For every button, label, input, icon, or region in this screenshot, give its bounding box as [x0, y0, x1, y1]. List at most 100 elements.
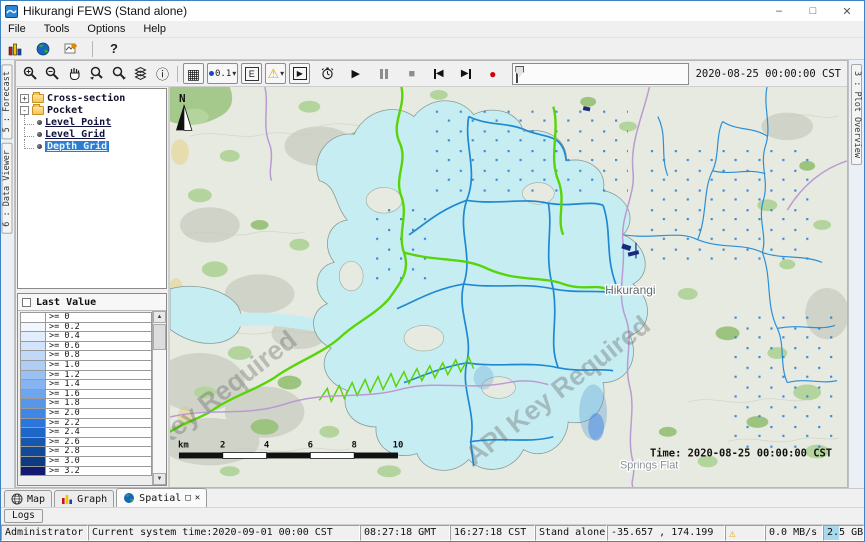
main-area: 5 : Forecast 6 : Data Viewer: [1, 59, 864, 488]
collapse-icon[interactable]: -: [20, 106, 29, 115]
status-bar: Administrator Current system time:2020-0…: [1, 524, 864, 541]
tree-node-level-grid[interactable]: Level Grid: [20, 128, 164, 140]
toolbar-separator: [92, 41, 93, 57]
classbreaks-dot-icon: [209, 71, 214, 76]
warning-icon: ⚠: [267, 67, 279, 80]
record-button[interactable]: ●: [482, 63, 503, 84]
bar-chart-icon: [61, 493, 73, 505]
title-bar: Hikurangi FEWS (Stand alone) – □ ✕: [1, 1, 864, 21]
spatial-display-icon[interactable]: [33, 40, 53, 58]
left-tab-strip: 5 : Forecast 6 : Data Viewer: [1, 60, 15, 488]
warning-dropdown[interactable]: ⚠ ▾: [265, 63, 286, 84]
timeseries-display-icon[interactable]: [5, 40, 25, 58]
tree-connector: [24, 127, 34, 137]
logs-row: Logs: [1, 507, 864, 524]
status-user: Administrator: [1, 525, 88, 541]
zoom-previous-icon[interactable]: [86, 63, 107, 84]
menu-tools[interactable]: Tools: [42, 23, 72, 35]
tab-data-viewer[interactable]: 6 : Data Viewer: [2, 143, 13, 234]
zoom-in-icon[interactable]: [20, 63, 41, 84]
status-mode: Stand alone: [535, 525, 607, 541]
pause-button[interactable]: [373, 63, 394, 84]
tab-maximize-icon[interactable]: □: [185, 493, 190, 503]
layers-icon[interactable]: [130, 63, 151, 84]
status-network-speed: 0.0 MB/s: [765, 525, 823, 541]
pan-hand-icon[interactable]: [64, 63, 85, 84]
menu-file[interactable]: File: [6, 23, 28, 35]
logs-tab[interactable]: Logs: [4, 509, 43, 523]
animation-settings-icon[interactable]: [317, 63, 338, 84]
menu-bar: File Tools Options Help: [1, 21, 864, 38]
zoom-out-icon[interactable]: [42, 63, 63, 84]
tree-connector: [24, 139, 34, 149]
tab-forecast[interactable]: 5 : Forecast: [2, 64, 13, 139]
tree-node-pocket[interactable]: - Pocket: [20, 104, 164, 116]
grid-display-toggle[interactable]: ▦: [183, 63, 204, 84]
tab-plot-overview[interactable]: 3 : Plot Overview: [851, 64, 862, 165]
zoom-next-icon[interactable]: [108, 63, 129, 84]
info-icon[interactable]: ⓘ: [152, 63, 173, 84]
help-button[interactable]: ?: [104, 40, 124, 58]
tab-spatial[interactable]: Spatial □ ✕: [116, 488, 207, 507]
menu-help[interactable]: Help: [141, 23, 168, 35]
legend-scrollbar[interactable]: ▲ ▼: [152, 311, 166, 485]
chevron-down-icon: ▾: [232, 69, 236, 78]
svg-text:10: 10: [393, 441, 404, 451]
legend-swatch: [20, 466, 46, 477]
scroll-down-icon[interactable]: ▼: [153, 473, 166, 485]
movie-export-button[interactable]: ▶: [289, 63, 310, 84]
bullet-icon: [37, 120, 42, 125]
svg-text:8: 8: [351, 441, 356, 451]
stop-button[interactable]: ■: [401, 63, 422, 84]
maximize-button[interactable]: □: [796, 1, 830, 21]
status-warning[interactable]: ⚠: [725, 525, 765, 541]
current-time-label: 2020-08-25 00:00:00 CST: [696, 68, 843, 80]
tree-node-depth-grid[interactable]: Depth Grid: [20, 140, 164, 152]
globe-icon: [123, 492, 135, 504]
time-slider[interactable]: [512, 63, 688, 85]
toolbar-separator: [177, 66, 178, 82]
filter-tree: + Cross-section - Pocket Level P: [17, 88, 167, 289]
label-hikurangi: Hikurangi: [605, 283, 655, 297]
tab-close-icon[interactable]: ✕: [195, 493, 200, 503]
map-toolbar: ⓘ ▦ 0.1 ▾ E ⚠ ▾ ▶: [16, 61, 847, 87]
scroll-up-icon[interactable]: ▲: [153, 311, 166, 323]
svg-text:4: 4: [264, 441, 269, 451]
last-value-checkbox[interactable]: [22, 298, 31, 307]
chevron-down-icon: ▾: [280, 69, 284, 78]
classbreaks-dropdown[interactable]: 0.1 ▾: [207, 63, 238, 84]
tree-connector: [24, 115, 34, 125]
status-gmt-time: 08:27:18 GMT: [360, 525, 450, 541]
app-window: Hikurangi FEWS (Stand alone) – □ ✕ File …: [0, 0, 865, 542]
folder-icon: [32, 106, 44, 115]
status-system-time: Current system time:2020-09-01 00:00 CST: [88, 525, 360, 541]
label-springs-flat: Springs Flat: [620, 459, 678, 471]
tree-node-cross-section[interactable]: + Cross-section: [20, 92, 164, 104]
warning-icon: ⚠: [729, 528, 736, 539]
spatial-map[interactable]: API Key Required API Key Required Hikura…: [170, 87, 847, 487]
expand-icon[interactable]: +: [20, 94, 29, 103]
map-canvas[interactable]: API Key Required API Key Required Hikura…: [170, 87, 847, 487]
minimize-button[interactable]: –: [762, 1, 796, 21]
tab-map[interactable]: Map: [4, 490, 52, 507]
close-button[interactable]: ✕: [830, 1, 864, 21]
skip-to-end-button[interactable]: ▶: [455, 63, 476, 84]
play-button[interactable]: ▶: [345, 63, 366, 84]
svg-text:6: 6: [308, 441, 313, 451]
svg-text:N: N: [179, 92, 186, 105]
svg-text:km: km: [178, 441, 189, 451]
last-value-label: Last Value: [36, 297, 96, 308]
scrollbar-thumb[interactable]: [153, 324, 166, 350]
status-coordinates: -35.657 , 174.199: [607, 525, 725, 541]
main-toolbar: ?: [1, 38, 864, 59]
folder-icon: [32, 94, 44, 103]
labels-toggle[interactable]: E: [241, 63, 262, 84]
bullet-icon: [37, 144, 42, 149]
menu-options[interactable]: Options: [85, 23, 127, 35]
globe-wireframe-icon: [11, 493, 23, 505]
skip-to-start-button[interactable]: ◀: [428, 63, 449, 84]
svg-text:2: 2: [220, 441, 225, 451]
tree-node-level-point[interactable]: Level Point: [20, 116, 164, 128]
tab-graph[interactable]: Graph: [54, 490, 114, 507]
import-display-icon[interactable]: [61, 40, 81, 58]
